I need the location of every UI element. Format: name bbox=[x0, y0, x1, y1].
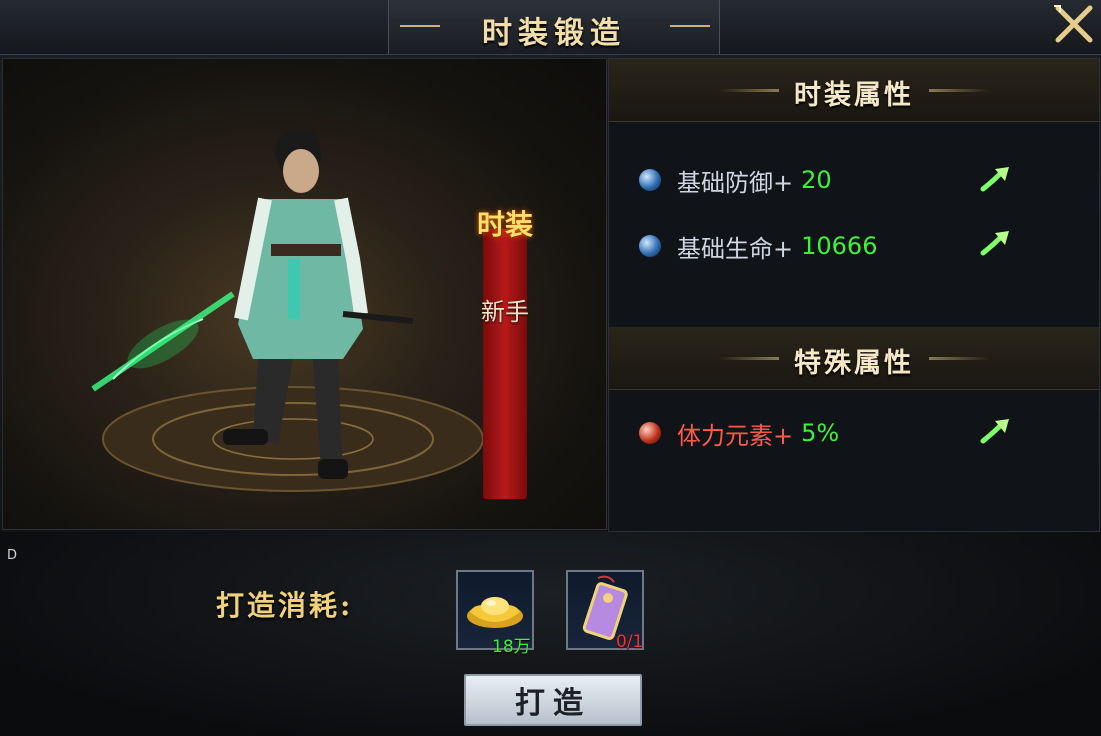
attr-row-stamina-element: 体力元素+ 5% bbox=[639, 416, 839, 450]
fashion-attr-header: 时装属性 bbox=[609, 59, 1099, 122]
window-title: 时装锻造 bbox=[482, 16, 626, 51]
side-tab-label[interactable]: D bbox=[7, 548, 17, 563]
close-button[interactable] bbox=[1050, 2, 1098, 46]
title-ornament-right bbox=[670, 25, 710, 27]
attr-label: 基础防御+ bbox=[677, 168, 794, 197]
fashion-attr-title: 时装属性 bbox=[794, 80, 914, 111]
element-gem-icon bbox=[639, 422, 661, 444]
cost-label: 打造消耗: bbox=[216, 589, 354, 622]
attr-value: 5% bbox=[801, 419, 840, 447]
title-plate: 时装锻造 bbox=[388, 0, 720, 54]
gold-cost-qty: 18万 bbox=[492, 637, 531, 657]
forge-button[interactable]: 打造 bbox=[464, 674, 642, 726]
defense-gem-icon bbox=[639, 169, 661, 191]
health-gem-icon bbox=[639, 235, 661, 257]
attr-value: 20 bbox=[801, 166, 832, 194]
upgrade-arrow-icon bbox=[980, 419, 1009, 444]
special-attr-header: 特殊属性 bbox=[609, 327, 1099, 390]
banner-background bbox=[483, 229, 527, 499]
attr-label: 体力元素+ bbox=[677, 421, 794, 450]
attribute-panel: 时装属性 基础防御+ 20 基础生命+ 10666 特殊属性 体力元素+ 5% bbox=[608, 58, 1100, 532]
fashion-newbie-banner: 时装 新手 bbox=[473, 209, 537, 499]
close-icon bbox=[1054, 5, 1093, 43]
upgrade-arrow-icon bbox=[980, 231, 1009, 256]
title-bar: 时装锻造 bbox=[0, 0, 1101, 55]
attr-label: 基础生命+ bbox=[677, 234, 794, 263]
attr-value: 10666 bbox=[801, 232, 878, 260]
banner-title: 时装 bbox=[476, 208, 533, 241]
token-cost-qty: 0/1 bbox=[616, 632, 644, 652]
attr-row-health: 基础生命+ 10666 bbox=[639, 229, 877, 263]
title-ornament-left bbox=[400, 25, 440, 27]
special-attr-title: 特殊属性 bbox=[794, 348, 914, 379]
attr-row-defense: 基础防御+ 20 bbox=[639, 163, 832, 197]
banner-subtitle: 新手 bbox=[481, 298, 529, 326]
character-preview: 时装 新手 bbox=[2, 58, 607, 530]
upgrade-arrow-icon bbox=[980, 167, 1009, 192]
